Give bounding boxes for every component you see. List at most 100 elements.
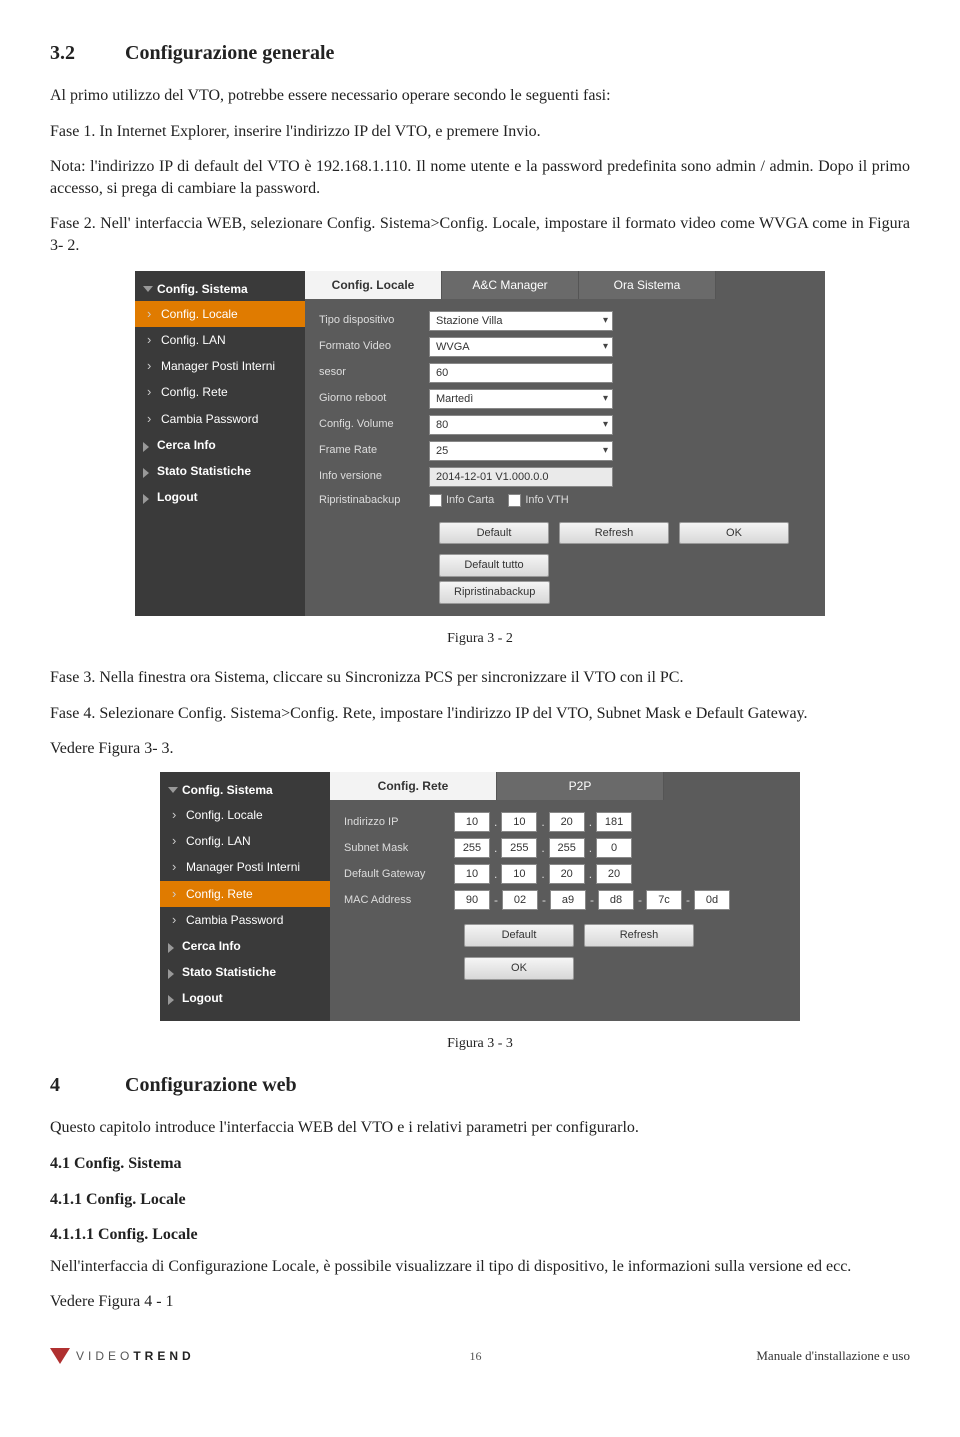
sidebar-item-config-lan[interactable]: Config. LAN	[135, 327, 305, 353]
paragraph: Nell'interfaccia di Configurazione Local…	[50, 1256, 910, 1278]
logo-part1: VIDEO	[76, 1349, 133, 1363]
mac-octet[interactable]: a9	[550, 890, 586, 910]
subsection-4-1: 4.1 Config. Sistema	[50, 1153, 910, 1175]
dash-icon: -	[540, 892, 548, 908]
default-button[interactable]: Default	[464, 924, 574, 947]
sidebar-item-config-lan[interactable]: Config. LAN	[160, 828, 330, 854]
sidebar-item-cambia-password[interactable]: Cambia Password	[135, 406, 305, 432]
ip-octet[interactable]: 181	[596, 812, 632, 832]
paragraph: Vedere Figura 4 - 1	[50, 1291, 910, 1313]
paragraph: Questo capitolo introduce l'interfaccia …	[50, 1117, 910, 1139]
checkbox-box-icon	[508, 494, 521, 507]
default-button[interactable]: Default	[439, 522, 549, 545]
label-tipo: Tipo dispositivo	[319, 313, 429, 328]
ip-octet[interactable]: 255	[501, 838, 537, 858]
input-sesor[interactable]: 60	[429, 363, 613, 383]
sidebar-item-cerca-info[interactable]: Cerca Info	[135, 432, 305, 458]
ok-button[interactable]: OK	[464, 957, 574, 980]
label-sesor: sesor	[319, 365, 429, 380]
ripristinabackup-button[interactable]: Ripristinabackup	[439, 581, 550, 604]
paragraph: Al primo utilizzo del VTO, potrebbe esse…	[50, 85, 910, 107]
ip-octet[interactable]: 10	[501, 864, 537, 884]
paragraph: Fase 4. Selezionare Config. Sistema>Conf…	[50, 703, 910, 725]
ok-button[interactable]: OK	[679, 522, 789, 545]
ip-octet[interactable]: 20	[596, 864, 632, 884]
ip-octet[interactable]: 10	[501, 812, 537, 832]
screenshot-config-locale: Config. Sistema Config. Locale Config. L…	[135, 271, 825, 617]
sidebar-item-cerca-info[interactable]: Cerca Info	[160, 933, 330, 959]
input-indirizzo-ip[interactable]: 10. 10. 20. 181	[454, 812, 632, 832]
page-footer: VIDEOTREND 16 Manuale d'installazione e …	[50, 1347, 910, 1365]
checkbox-info-vth[interactable]: Info VTH	[508, 493, 568, 508]
ip-octet[interactable]: 20	[549, 812, 585, 832]
sidebar-head-config-sistema[interactable]: Config. Sistema	[160, 778, 330, 802]
ip-octet[interactable]: 10	[454, 864, 490, 884]
label-gw: Default Gateway	[344, 867, 454, 882]
ip-octet[interactable]: 255	[454, 838, 490, 858]
mac-octet[interactable]: 7c	[646, 890, 682, 910]
sidebar-item-config-locale[interactable]: Config. Locale	[135, 301, 305, 327]
dot-icon: .	[539, 866, 546, 882]
refresh-button[interactable]: Refresh	[559, 522, 669, 545]
mac-octet[interactable]: 02	[502, 890, 538, 910]
dash-icon: -	[492, 892, 500, 908]
tab-ac-manager[interactable]: A&C Manager	[442, 271, 579, 299]
select-frame-rate[interactable]: 25	[429, 441, 613, 461]
label-volume: Config. Volume	[319, 417, 429, 432]
select-formato-video[interactable]: WVGA	[429, 337, 613, 357]
sidebar-item-stato-statistiche[interactable]: Stato Statistiche	[135, 458, 305, 484]
ip-octet[interactable]: 0	[596, 838, 632, 858]
mac-octet[interactable]: 0d	[694, 890, 730, 910]
checkbox-info-carta[interactable]: Info Carta	[429, 493, 494, 508]
select-volume[interactable]: 80	[429, 415, 613, 435]
dot-icon: .	[492, 840, 499, 856]
checkbox-box-icon	[429, 494, 442, 507]
input-subnet-mask[interactable]: 255. 255. 255. 0	[454, 838, 632, 858]
input-default-gateway[interactable]: 10. 10. 20. 20	[454, 864, 632, 884]
dot-icon: .	[492, 866, 499, 882]
label-formato: Formato Video	[319, 339, 429, 354]
label-mac: MAC Address	[344, 893, 454, 908]
subsection-4-1-1: 4.1.1 Config. Locale	[50, 1189, 910, 1211]
ip-octet[interactable]: 10	[454, 812, 490, 832]
sidebar-item-manager-posti[interactable]: Manager Posti Interni	[160, 854, 330, 880]
sidebar-item-config-locale[interactable]: Config. Locale	[160, 802, 330, 828]
label-ripristina: Ripristinabackup	[319, 493, 429, 508]
label-info: Info versione	[319, 469, 429, 484]
mac-octet[interactable]: 90	[454, 890, 490, 910]
mac-octet[interactable]: d8	[598, 890, 634, 910]
sidebar-item-logout[interactable]: Logout	[135, 484, 305, 510]
ip-octet[interactable]: 255	[549, 838, 585, 858]
tab-ora-sistema[interactable]: Ora Sistema	[579, 271, 716, 299]
section-title: Configurazione generale	[125, 42, 334, 64]
select-tipo-dispositivo[interactable]: Stazione Villa	[429, 311, 613, 331]
dot-icon: .	[587, 814, 594, 830]
sidebar-item-logout[interactable]: Logout	[160, 985, 330, 1011]
ip-octet[interactable]: 20	[549, 864, 585, 884]
section-number: 4	[50, 1072, 120, 1099]
input-mac-address[interactable]: 90- 02- a9- d8- 7c- 0d	[454, 890, 730, 910]
default-tutto-button[interactable]: Default tutto	[439, 554, 549, 577]
section-4-heading: 4 Configurazione web	[50, 1072, 910, 1099]
logo-text: VIDEOTREND	[76, 1348, 195, 1364]
sidebar-item-config-rete[interactable]: Config. Rete	[135, 379, 305, 405]
paragraph: Fase 2. Nell' interfaccia WEB, seleziona…	[50, 213, 910, 256]
dot-icon: .	[492, 814, 499, 830]
checkbox-label: Info Carta	[446, 493, 494, 508]
tab-config-rete[interactable]: Config. Rete	[330, 772, 497, 800]
sidebar-item-manager-posti[interactable]: Manager Posti Interni	[135, 353, 305, 379]
sidebar: Config. Sistema Config. Locale Config. L…	[160, 772, 330, 1022]
sidebar-item-cambia-password[interactable]: Cambia Password	[160, 907, 330, 933]
dot-icon: .	[539, 840, 546, 856]
section-number: 3.2	[50, 40, 120, 67]
select-giorno-reboot[interactable]: Martedì	[429, 389, 613, 409]
tab-config-locale[interactable]: Config. Locale	[305, 271, 442, 299]
refresh-button[interactable]: Refresh	[584, 924, 694, 947]
logo-videotrend: VIDEOTREND	[50, 1348, 195, 1364]
sidebar-head-config-sistema[interactable]: Config. Sistema	[135, 277, 305, 301]
sidebar-item-stato-statistiche[interactable]: Stato Statistiche	[160, 959, 330, 985]
tab-p2p[interactable]: P2P	[497, 772, 664, 800]
label-frame: Frame Rate	[319, 443, 429, 458]
sidebar-item-config-rete[interactable]: Config. Rete	[160, 881, 330, 907]
readonly-info-versione: 2014-12-01 V1.000.0.0	[429, 467, 613, 487]
